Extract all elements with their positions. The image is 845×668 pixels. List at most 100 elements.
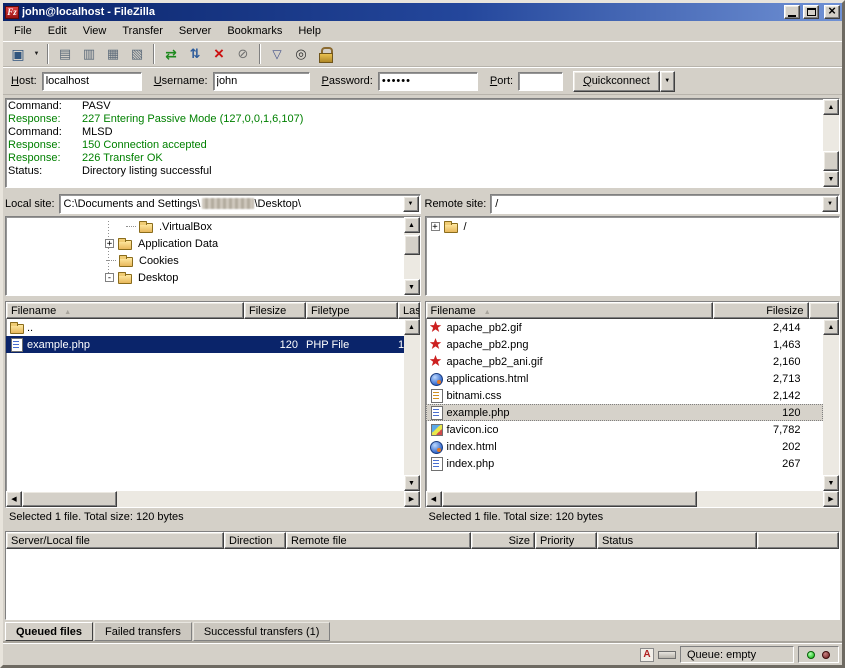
scroll-down-icon[interactable] [823,475,839,491]
menu-edit[interactable]: Edit [40,23,75,39]
table-row[interactable]: example.php 120 [426,404,824,421]
menu-view[interactable]: View [75,23,115,39]
scrollbar-track[interactable] [823,335,839,475]
cancel-button[interactable] [207,43,231,65]
scroll-up-icon[interactable] [823,99,839,115]
scrollbar-track[interactable] [404,233,420,279]
local-tree-scrollbar[interactable] [404,217,420,295]
local-site-combobox[interactable]: C:\Documents and Settings\\Desktop\ [59,194,421,214]
scroll-up-icon[interactable] [823,319,839,335]
scrollbar-thumb[interactable] [22,491,117,507]
process-queue-button[interactable] [183,43,207,65]
combo-arrow-icon[interactable] [403,196,419,212]
tree-item[interactable]: -Desktop [7,269,403,286]
queue-body [6,549,839,619]
column-header-direction[interactable]: Direction [224,532,286,549]
tab-queued-files[interactable]: Queued files [5,622,93,641]
site-manager-button[interactable] [6,43,30,65]
table-row[interactable]: bitnami.css 2,142 [426,387,824,404]
filter-button[interactable] [265,43,289,65]
disconnect-button[interactable] [231,43,255,65]
column-header-server-local-file[interactable]: Server/Local file [6,532,224,549]
column-header-size[interactable]: Size [471,532,535,549]
local-list-scrollbar[interactable] [404,319,420,491]
column-header-status[interactable]: Status [597,532,757,549]
scroll-left-icon[interactable] [6,491,22,507]
tree-expander[interactable]: - [105,273,114,282]
scrollbar-thumb[interactable] [442,491,697,507]
titlebar[interactable]: john@localhost - FileZilla [3,3,842,21]
tab-successful-transfers[interactable]: Successful transfers (1) [193,622,331,641]
scroll-left-icon[interactable] [426,491,442,507]
table-row[interactable]: favicon.ico 7,782 [426,421,824,438]
column-header-remote-file[interactable]: Remote file [286,532,471,549]
tree-item[interactable]: +/ [427,218,839,235]
table-row[interactable]: index.html 202 [426,438,824,455]
table-row[interactable]: .. [6,319,404,336]
refresh-button[interactable] [159,43,183,65]
local-tree-toggle-button[interactable] [77,43,101,65]
quickconnect-dropdown[interactable] [660,71,675,92]
lock-button[interactable] [313,43,337,65]
scrollbar-track[interactable] [823,115,839,171]
table-row[interactable]: apache_pb2_ani.gif 2,160 [426,353,824,370]
combo-arrow-icon[interactable] [822,196,838,212]
column-header-last-modified[interactable]: Last modified [398,302,420,319]
scrollbar-thumb[interactable] [404,235,420,255]
close-button[interactable] [824,5,840,19]
local-list-hscrollbar[interactable] [6,491,420,507]
tree-expander[interactable]: + [431,222,440,231]
scroll-right-icon[interactable] [404,491,420,507]
username-input[interactable] [213,72,310,91]
table-row[interactable]: apache_pb2.gif 2,414 [426,319,824,336]
queue-toggle-button[interactable] [125,43,149,65]
menu-bookmarks[interactable]: Bookmarks [219,23,290,39]
port-input[interactable] [518,72,563,91]
remote-tree-toggle-button[interactable] [101,43,125,65]
scroll-right-icon[interactable] [823,491,839,507]
column-header-filesize[interactable]: Filesize [713,302,809,319]
local-site-row: Local site: C:\Documents and Settings\\D… [5,194,421,214]
log-scrollbar[interactable] [823,99,839,187]
table-row[interactable]: apache_pb2.png 1,463 [426,336,824,353]
tree-item[interactable]: +Application Data [7,235,403,252]
site-manager-dropdown[interactable] [30,43,43,65]
ascii-indicator-icon[interactable] [640,648,654,662]
menu-help[interactable]: Help [290,23,329,39]
scroll-down-icon[interactable] [404,279,420,295]
file-search-button[interactable] [289,43,313,65]
scrollbar-track[interactable] [22,491,404,507]
table-row[interactable]: applications.html 2,713 [426,370,824,387]
scrollbar-thumb[interactable] [823,151,839,171]
column-header-filename[interactable]: Filename [426,302,713,319]
maximize-button[interactable] [803,5,819,19]
table-row[interactable]: example.php 120 PHP File 1 [6,336,404,353]
keypad-icon[interactable] [658,648,676,662]
column-header-filename[interactable]: Filename [6,302,244,319]
host-input[interactable] [42,72,142,91]
column-header-filesize[interactable]: Filesize [244,302,306,319]
table-row[interactable]: index.php 267 [426,455,824,472]
tree-item[interactable]: .VirtualBox [7,218,403,235]
message-log-toggle-button[interactable] [53,43,77,65]
tree-item[interactable]: Cookies [7,252,403,269]
scrollbar-track[interactable] [442,491,824,507]
remote-list-scrollbar[interactable] [823,319,839,491]
tab-failed-transfers[interactable]: Failed transfers [94,622,192,641]
menu-file[interactable]: File [6,23,40,39]
quickconnect-button[interactable]: Quickconnect [573,71,660,92]
remote-list-hscrollbar[interactable] [426,491,840,507]
scroll-down-icon[interactable] [823,171,839,187]
minimize-button[interactable] [784,5,800,19]
column-header-filetype[interactable]: Filetype [306,302,398,319]
tree-expander[interactable]: + [105,239,114,248]
remote-site-combobox[interactable]: / [490,194,840,214]
column-header-priority[interactable]: Priority [535,532,597,549]
menu-server[interactable]: Server [171,23,219,39]
scroll-up-icon[interactable] [404,319,420,335]
menu-transfer[interactable]: Transfer [114,23,171,39]
password-input[interactable] [378,72,478,91]
scroll-up-icon[interactable] [404,217,420,233]
scroll-down-icon[interactable] [404,475,420,491]
scrollbar-track[interactable] [404,335,420,475]
